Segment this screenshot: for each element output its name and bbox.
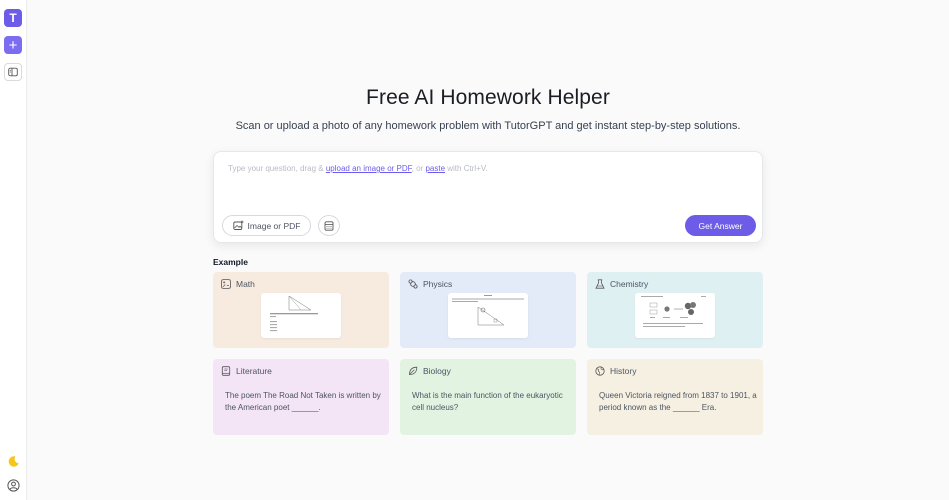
theme-toggle-button[interactable] [4,452,22,470]
upload-image-label: Image or PDF [247,220,301,231]
card-question-text: The poem The Road Not Taken is written b… [225,391,381,412]
calculator-icon [324,220,334,231]
plus-icon: + [8,36,18,54]
calculator-button[interactable] [318,215,340,236]
book-icon [221,366,231,376]
get-answer-button[interactable]: Get Answer [685,215,756,236]
account-button[interactable] [4,476,22,494]
example-card-math[interactable]: Math [213,272,389,348]
card-header: Biology [408,366,451,376]
card-header: History [595,366,636,376]
new-chat-button[interactable]: + [4,36,22,54]
sidebar-panel-icon [8,67,18,77]
card-header: Math [221,279,255,289]
placeholder-text-end: with Ctrl+V. [445,164,488,173]
physics-icon [408,279,418,289]
card-question-text: What is the main function of the eukaryo… [412,391,563,412]
example-card-chemistry[interactable]: Chemistry [587,272,763,348]
physics-problem-thumbnail [448,293,528,338]
card-title: Literature [236,366,272,376]
leaf-icon [409,366,418,375]
card-title: Math [236,279,255,289]
upload-image-button[interactable]: Image or PDF [222,215,311,236]
page-subtitle: Scan or upload a photo of any homework p… [235,120,741,132]
card-header: Chemistry [595,279,648,289]
toggle-sidebar-button[interactable] [4,63,22,81]
logo-letter: T [9,11,17,25]
page-title: Free AI Homework Helper [366,86,610,109]
main-content: Free AI Homework Helper Scan or upload a… [27,0,949,500]
app-logo[interactable]: T [4,9,22,27]
user-icon [6,478,20,492]
placeholder-text-start: Type your question, drag & [228,164,326,173]
placeholder-text-mid: , or [411,164,426,173]
upload-link[interactable]: upload an image or PDF [326,164,412,173]
moon-icon [8,455,19,467]
globe-icon [595,366,605,376]
card-title: History [610,366,637,376]
card-header: Physics [408,279,452,289]
image-upload-icon [232,220,244,230]
example-card-biology[interactable]: Biology What is the main function of the… [400,359,576,435]
example-card-literature[interactable]: Literature The poem The Road Not Taken i… [213,359,389,435]
example-card-history[interactable]: History Queen Victoria reigned from 1837… [587,359,763,435]
examples-heading: Example [213,257,248,267]
card-title: Biology [423,366,451,376]
card-title: Chemistry [610,279,649,289]
math-problem-thumbnail [261,293,341,338]
card-header: Literature [221,366,272,376]
card-question-text: Queen Victoria reigned from 1837 to 1901… [599,391,757,412]
example-card-physics[interactable]: Physics [400,272,576,348]
chemistry-icon [595,279,605,289]
paste-link[interactable]: paste [425,164,445,173]
card-title: Physics [423,279,453,289]
math-icon [221,279,231,289]
question-input-placeholder[interactable]: Type your question, drag & upload an ima… [228,164,488,173]
question-input-card[interactable]: Type your question, drag & upload an ima… [213,151,763,243]
chemistry-problem-thumbnail [635,293,715,338]
sidebar: T + [0,0,27,500]
